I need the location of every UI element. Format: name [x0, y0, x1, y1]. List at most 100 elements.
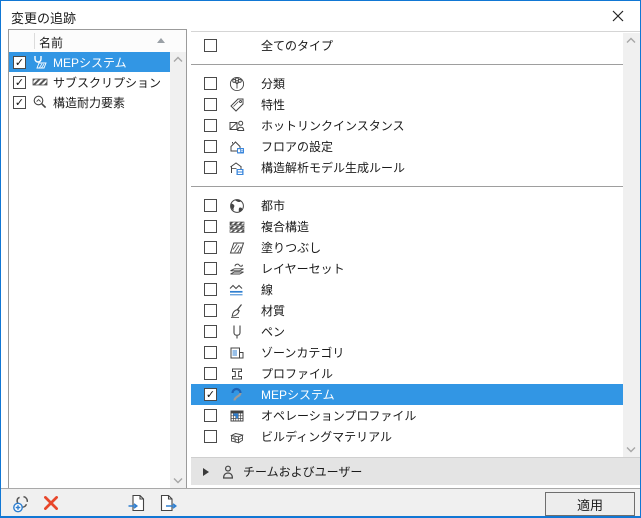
checkbox[interactable] — [204, 262, 217, 275]
list-item[interactable]: プロファイル — [191, 363, 623, 384]
scroll-down-icon[interactable] — [626, 446, 636, 453]
checkbox[interactable] — [204, 98, 217, 111]
checkbox[interactable]: ✓ — [204, 388, 217, 401]
close-button[interactable] — [602, 5, 634, 27]
checkbox[interactable] — [204, 199, 217, 212]
list-item-label: MEPシステム — [261, 388, 335, 402]
checkbox[interactable]: ✓ — [13, 95, 26, 109]
list-item[interactable]: 構造解析モデル生成ルール — [191, 157, 623, 178]
checkbox[interactable]: ✓ — [13, 55, 26, 69]
list-item[interactable]: ゾーンカテゴリ — [191, 342, 623, 363]
list-item-label: 複合構造 — [261, 220, 310, 234]
element-types-list: 全てのタイプ 分類 特性 ホットリンクインスタンス フロアの設定 構造解析モデル… — [191, 33, 623, 457]
import-button[interactable] — [124, 492, 150, 514]
export-file-icon — [159, 494, 177, 512]
export-button[interactable] — [155, 492, 181, 514]
list-item[interactable]: 材質 — [191, 300, 623, 321]
list-item-label: プロファイル — [261, 367, 334, 381]
checkbox[interactable] — [204, 220, 217, 233]
checkbox[interactable] — [204, 304, 217, 317]
list-item[interactable]: 特性 — [191, 94, 623, 115]
list-item-label: ホットリンクインスタンス — [261, 119, 405, 133]
apply-button-label: 適用 — [576, 497, 603, 513]
list-item[interactable]: ✓ MEPシステム — [9, 52, 170, 72]
checkbox[interactable] — [204, 346, 217, 359]
name-column-header[interactable]: 名前 — [39, 34, 63, 51]
list-item[interactable]: 分類 — [191, 73, 623, 94]
mep-system-icon — [31, 54, 49, 70]
profile-icon — [227, 366, 247, 382]
list-item[interactable]: 都市 — [191, 195, 623, 216]
list-item-label: 分類 — [261, 77, 286, 91]
add-change-button[interactable] — [9, 492, 35, 514]
list-item-label: 構造耐力要素 — [53, 95, 126, 110]
list-item[interactable]: ✓ サブスクリプション — [9, 72, 170, 92]
list-item-label: 構造解析モデル生成ルール — [261, 161, 406, 175]
no-icon — [227, 38, 247, 54]
team-users-section[interactable]: チームおよびユーザー — [191, 457, 640, 485]
list-item-label: 線 — [261, 283, 274, 297]
structural-analysis-rules-icon — [227, 160, 247, 176]
list-item[interactable]: フロアの設定 — [191, 136, 623, 157]
expand-right-icon[interactable] — [203, 467, 209, 476]
list-item[interactable]: ペン — [191, 321, 623, 342]
apply-button[interactable]: 適用 — [545, 492, 635, 516]
list-item[interactable]: ホットリンクインスタンス — [191, 115, 623, 136]
checkbox[interactable] — [204, 283, 217, 296]
checkbox[interactable] — [204, 77, 217, 90]
element-types-panel: 全てのタイプ 分類 特性 ホットリンクインスタンス フロアの設定 構造解析モデル… — [191, 31, 640, 489]
scroll-down-icon[interactable] — [173, 477, 183, 484]
list-header[interactable]: 名前 — [9, 30, 186, 53]
checkbox[interactable]: ✓ — [13, 75, 26, 89]
group-separator — [191, 186, 623, 187]
list-item-label: ゾーンカテゴリ — [261, 346, 345, 360]
pen-icon — [227, 324, 247, 340]
scrollbar[interactable] — [170, 52, 186, 488]
line-type-icon — [227, 282, 247, 298]
list-item[interactable]: ビルディングマテリアル — [191, 426, 623, 447]
import-file-icon — [128, 494, 146, 512]
checkbox[interactable] — [204, 241, 217, 254]
checkbox[interactable] — [204, 430, 217, 443]
list-item[interactable]: 全てのタイプ — [191, 35, 623, 56]
delete-change-button[interactable] — [38, 492, 64, 514]
change-sets-panel: 名前 ✓ MEPシステム ✓ サブスクリプション ✓ 構造耐力要素 — [8, 29, 187, 489]
list-item[interactable]: レイヤーセット — [191, 258, 623, 279]
add-change-icon — [11, 493, 33, 513]
checkbox[interactable] — [204, 119, 217, 132]
checkbox[interactable] — [204, 140, 217, 153]
scroll-up-icon[interactable] — [173, 56, 183, 63]
list-item-label: 材質 — [261, 304, 286, 318]
scrollbar[interactable] — [623, 33, 640, 457]
properties-icon — [227, 97, 247, 113]
city-icon — [227, 198, 247, 214]
checkbox[interactable] — [204, 367, 217, 380]
list-item[interactable]: 線 — [191, 279, 623, 300]
list-item[interactable]: 複合構造 — [191, 216, 623, 237]
mep-system-icon — [227, 387, 247, 403]
user-icon — [220, 464, 236, 480]
list-item-label: ビルディングマテリアル — [261, 430, 393, 444]
list-item[interactable]: ✓ 構造耐力要素 — [9, 92, 170, 112]
scroll-up-icon[interactable] — [626, 37, 636, 44]
list-item-label: 都市 — [261, 199, 286, 213]
zone-category-icon — [227, 345, 247, 361]
checkbox[interactable] — [204, 409, 217, 422]
track-changes-dialog: 変更の追跡 名前 ✓ MEPシステム ✓ サブスクリプション ✓ 構造耐力要素 … — [0, 0, 641, 518]
list-item[interactable]: 塗りつぶし — [191, 237, 623, 258]
story-settings-icon — [227, 139, 247, 155]
title-bar[interactable]: 変更の追跡 — [1, 1, 640, 30]
checkbox[interactable] — [204, 325, 217, 338]
surface-icon — [227, 303, 247, 319]
list-item-label: ペン — [261, 325, 286, 339]
checkbox[interactable] — [204, 39, 217, 52]
sort-ascending-icon[interactable] — [157, 38, 165, 43]
hotlink-instance-icon — [227, 118, 247, 134]
subscription-icon — [31, 74, 49, 90]
delete-x-icon — [42, 494, 60, 512]
fill-icon — [227, 240, 247, 256]
checkbox[interactable] — [204, 161, 217, 174]
list-item[interactable]: ✓ MEPシステム — [191, 384, 623, 405]
list-item[interactable]: オペレーションプロファイル — [191, 405, 623, 426]
classification-icon — [227, 76, 247, 92]
